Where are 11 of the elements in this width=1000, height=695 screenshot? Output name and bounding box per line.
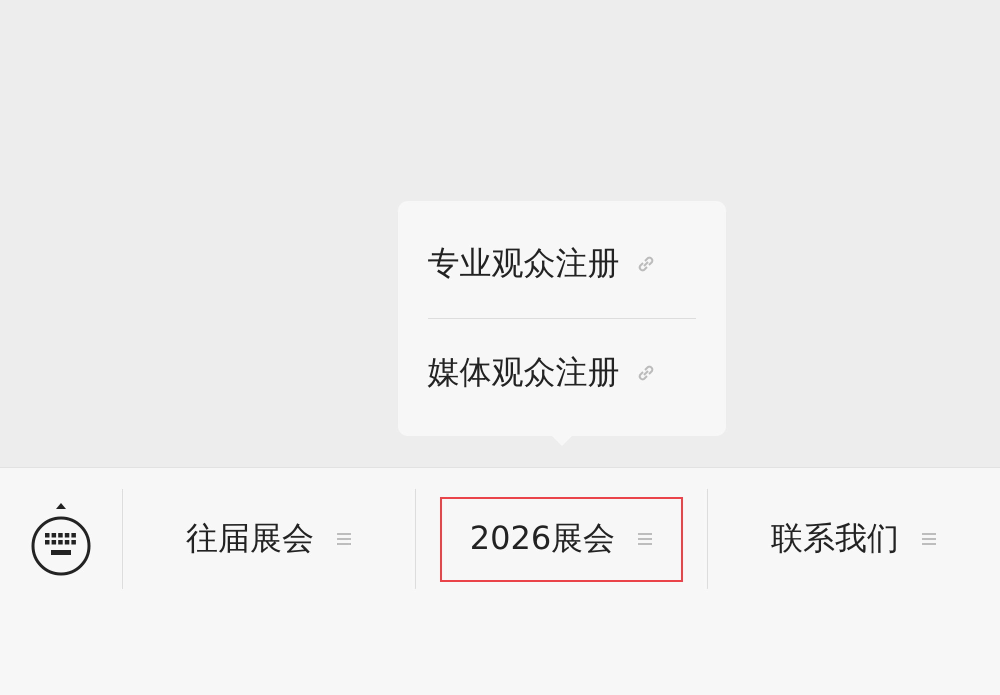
menu-icon [921, 532, 938, 546]
menu-icon [637, 532, 654, 546]
menu-tab[interactable]: 往届展会 [156, 496, 382, 582]
menu-item[interactable]: 媒体观众注册 [428, 319, 696, 427]
keyboard-icon[interactable] [30, 501, 92, 577]
menu-icon [336, 532, 352, 546]
menu-tab[interactable]: 2026展会 [440, 496, 684, 582]
menu-item-label: 媒体观众注册 [428, 352, 620, 393]
menu-item[interactable]: 专业观众注册 [428, 210, 696, 318]
menu-tab[interactable]: 联系我们 [741, 496, 968, 582]
menu-item-label: 专业观众注册 [428, 243, 620, 284]
